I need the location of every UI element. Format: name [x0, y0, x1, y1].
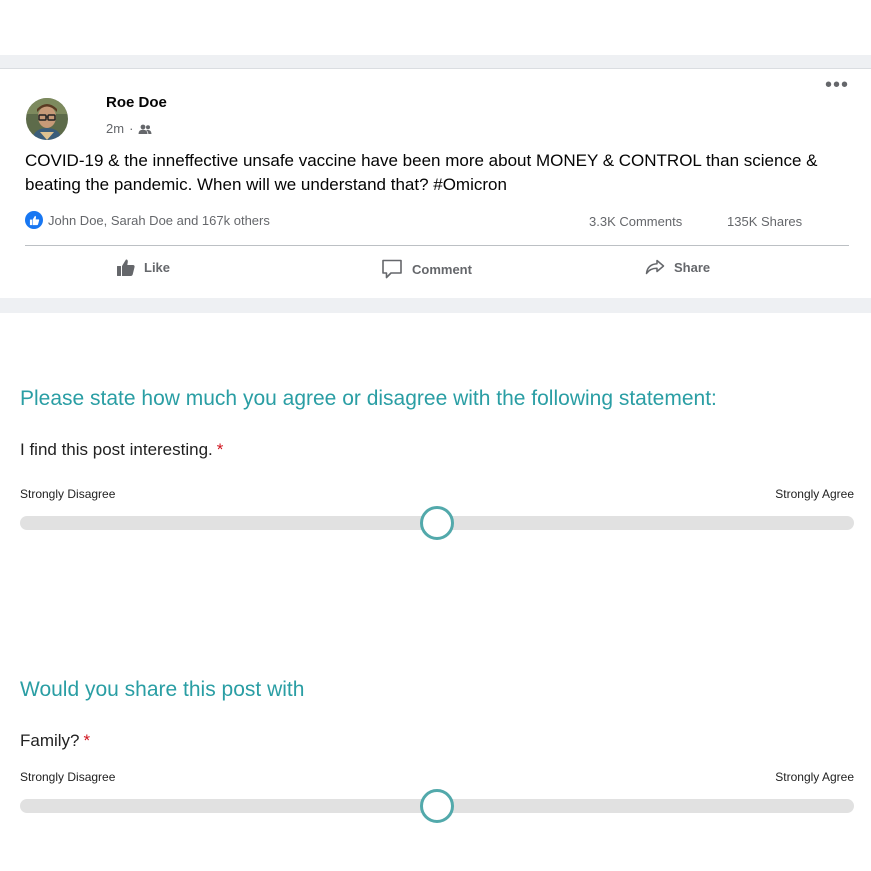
like-reaction-icon — [25, 211, 43, 229]
question-2-slider-thumb[interactable] — [420, 789, 454, 823]
comment-icon — [382, 259, 402, 279]
shares-count[interactable]: 135K Shares — [727, 214, 802, 229]
comments-count[interactable]: 3.3K Comments — [589, 214, 682, 229]
question-1-label: I find this post interesting. — [20, 440, 213, 459]
question-2-slider-track[interactable] — [20, 789, 854, 823]
actions-divider — [25, 245, 849, 246]
question-1-text: I find this post interesting. * — [20, 440, 223, 460]
reactions-summary[interactable]: John Doe, Sarah Doe and 167k others — [25, 211, 270, 229]
question-2-label: Family? — [20, 731, 80, 750]
question-1-scale-left-label: Strongly Disagree — [20, 487, 116, 501]
feed-background-bottom — [0, 298, 871, 313]
like-button[interactable]: Like — [117, 259, 170, 276]
share-label: Share — [674, 259, 711, 275]
facebook-post-card: ••• Roe Doe 2m · COVID-19 & the inneffec… — [0, 68, 871, 299]
more-options-button[interactable]: ••• — [825, 75, 849, 95]
friends-icon — [138, 124, 152, 134]
feed-background-top — [0, 55, 871, 69]
question-1-title: Please state how much you agree or disag… — [20, 387, 717, 410]
question-2-scale-left-label: Strongly Disagree — [20, 770, 116, 784]
question-2-scale-right-label: Strongly Agree — [775, 770, 854, 784]
question-1-slider-track[interactable] — [20, 506, 854, 540]
question-2-text: Family? * — [20, 731, 90, 751]
like-label: Like — [144, 260, 171, 275]
comment-button[interactable]: Comment — [381, 259, 472, 279]
question-2-title: Would you share this post with — [20, 678, 305, 701]
reactions-text: John Doe, Sarah Doe and 167k others — [48, 212, 270, 228]
share-button[interactable]: Share — [645, 259, 710, 275]
post-text: COVID-19 & the inneffective unsafe vacci… — [25, 151, 818, 194]
required-marker: * — [216, 440, 224, 459]
share-icon — [645, 259, 665, 275]
meta-separator: · — [129, 121, 134, 136]
required-marker: * — [83, 731, 91, 750]
avatar[interactable] — [26, 98, 68, 140]
post-time[interactable]: 2m — [106, 121, 124, 136]
thumbs-up-icon — [117, 259, 135, 276]
question-1-slider-thumb[interactable] — [420, 506, 454, 540]
post-meta: 2m · — [106, 121, 152, 136]
author-name[interactable]: Roe Doe — [106, 94, 167, 111]
comment-label: Comment — [412, 261, 472, 277]
question-1-scale-right-label: Strongly Agree — [775, 487, 854, 501]
avatar-image — [26, 98, 68, 140]
